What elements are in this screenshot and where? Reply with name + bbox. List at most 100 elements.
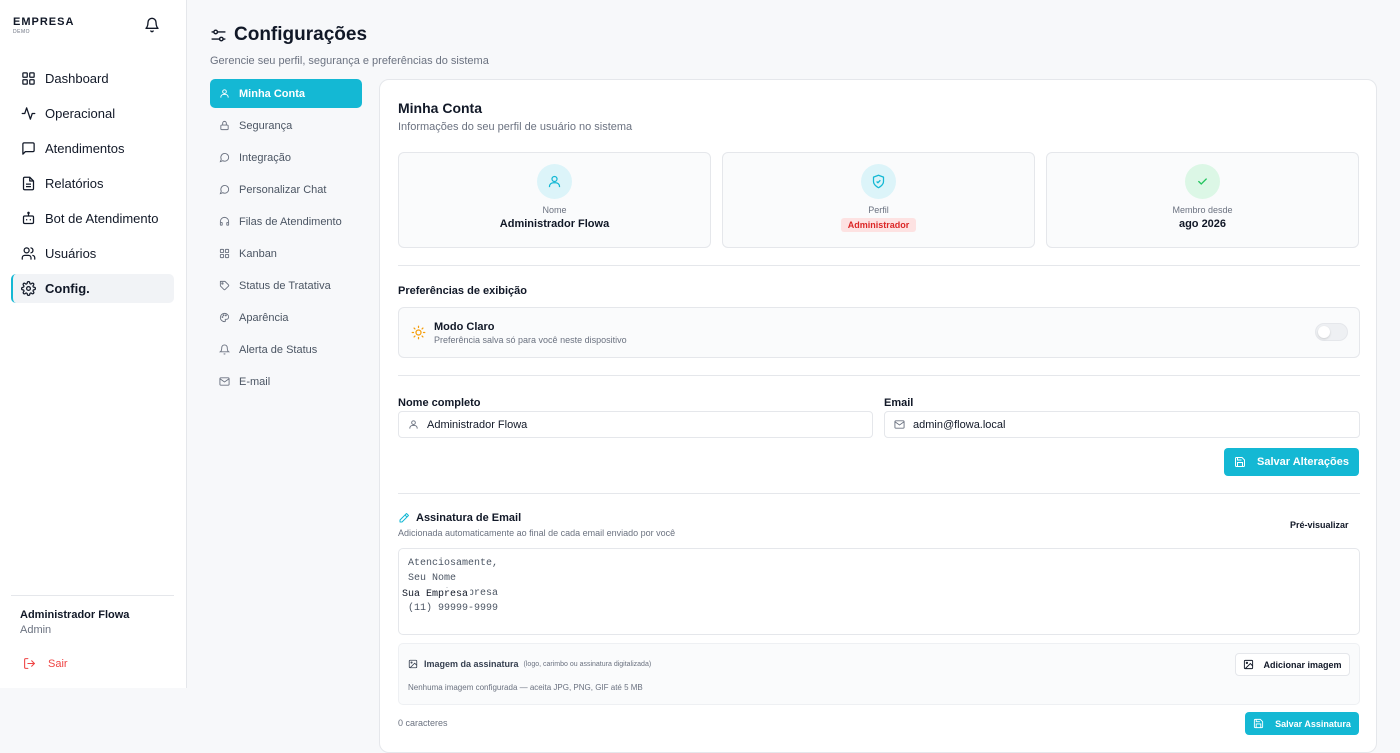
- save-icon: [1235, 457, 1246, 467]
- users-icon: [21, 247, 36, 260]
- tab-label: Status de Tratativa: [239, 279, 331, 292]
- image-title-text: Imagem da assinatura: [424, 659, 519, 669]
- account-card: Minha Conta Informações do seu perfil de…: [379, 79, 1377, 753]
- theme-hint: Preferência salva só para você neste dis…: [434, 335, 627, 345]
- info-card-member-since: Membro desde ago 2026: [1046, 152, 1359, 248]
- tab-seguranca[interactable]: Segurança: [210, 111, 362, 140]
- tab-label: Filas de Atendimento: [239, 215, 342, 228]
- nav-item-relatorios[interactable]: Relatórios: [11, 169, 174, 198]
- tab-label: Alerta de Status: [239, 343, 318, 356]
- brand-name: EMPRESA: [13, 16, 75, 28]
- user-icon: [537, 164, 572, 199]
- info-card-profile: Perfil Administrador: [722, 152, 1035, 248]
- tab-email[interactable]: E-mail: [210, 367, 362, 396]
- nav-item-bot[interactable]: Bot de Atendimento: [11, 204, 174, 233]
- nav-item-dashboard[interactable]: Dashboard: [11, 64, 174, 93]
- nav-label: Atendimentos: [45, 141, 125, 156]
- save-changes-button[interactable]: Salvar Alterações: [1224, 448, 1359, 476]
- dashboard-icon: [22, 72, 35, 85]
- palette-icon: [219, 312, 230, 323]
- tab-status-tratativa[interactable]: Status de Tratativa: [210, 271, 362, 300]
- bell-icon: [219, 344, 230, 355]
- user-icon: [220, 89, 229, 98]
- preview-button[interactable]: Pré-visualizar: [1290, 520, 1349, 530]
- sidebar-footer: Administrador Flowa Admin Sair: [11, 595, 174, 670]
- tab-label: Aparência: [239, 311, 289, 324]
- mail-icon: [894, 420, 905, 429]
- nav-item-atendimentos[interactable]: Atendimentos: [11, 134, 174, 163]
- role-badge: Administrador: [840, 218, 917, 232]
- info-value: ago 2026: [1178, 218, 1227, 230]
- pen-icon: [399, 513, 409, 523]
- settings-menu: Minha Conta Segurança Integração Persona…: [210, 79, 362, 399]
- info-label: Nome: [542, 205, 567, 215]
- nav-item-config[interactable]: Config.: [11, 274, 174, 303]
- nav-item-operacional[interactable]: Operacional: [11, 99, 174, 128]
- tab-label: Personalizar Chat: [239, 183, 327, 196]
- nav-label: Operacional: [45, 106, 116, 121]
- brand-sub: DEMO: [13, 29, 30, 35]
- info-value: Administrador Flowa: [499, 218, 610, 230]
- sidebar: EMPRESA DEMO Dashboard Operacional Atend…: [0, 0, 187, 688]
- logout-label: Sair: [48, 657, 68, 670]
- report-icon: [22, 176, 35, 191]
- nav-item-usuarios[interactable]: Usuários: [11, 239, 174, 268]
- mail-icon: [219, 377, 230, 386]
- divider: [398, 265, 1360, 266]
- preferences-title: Preferências de exibição: [398, 285, 528, 297]
- notifications-bell-icon[interactable]: [144, 17, 160, 33]
- tab-aparencia[interactable]: Aparência: [210, 303, 362, 332]
- gear-icon: [21, 281, 36, 296]
- name-input[interactable]: [427, 418, 872, 431]
- brand-logo[interactable]: EMPRESA DEMO: [13, 16, 74, 35]
- signature-subtitle: Adicionada automaticamente ao final de c…: [398, 528, 676, 538]
- save-icon: [1254, 718, 1264, 729]
- tab-label: Segurança: [239, 119, 293, 132]
- tab-label: Integração: [239, 151, 291, 164]
- save-signature-label: Salvar Assinatura: [1275, 718, 1351, 729]
- tag-icon: [219, 280, 230, 291]
- main-nav: Dashboard Operacional Atendimentos Relat…: [11, 64, 174, 309]
- email-field[interactable]: [884, 411, 1360, 438]
- tab-integracao[interactable]: Integração: [210, 143, 362, 172]
- user-name: Administrador Flowa: [20, 609, 130, 621]
- signature-textarea[interactable]: Atenciosamente, Seu Nome Cargo | Empresa…: [398, 548, 1360, 635]
- info-label: Membro desde: [1172, 205, 1233, 215]
- divider: [398, 375, 1360, 376]
- save-changes-label: Salvar Alterações: [1257, 456, 1349, 468]
- tab-minha-conta[interactable]: Minha Conta: [210, 79, 362, 108]
- tab-filas[interactable]: Filas de Atendimento: [210, 207, 362, 236]
- signature-title: Assinatura de Email: [398, 512, 521, 524]
- tab-label: E-mail: [239, 375, 271, 388]
- nav-label: Config.: [45, 281, 90, 296]
- theme-setting: Modo Claro Preferência salva só para voc…: [398, 307, 1360, 358]
- info-card-name: Nome Administrador Flowa: [398, 152, 711, 248]
- email-input[interactable]: [913, 418, 1359, 431]
- signature-image-box: Imagem da assinatura (logo, carimbo ou a…: [398, 643, 1360, 705]
- add-image-button[interactable]: Adicionar imagem: [1235, 653, 1350, 676]
- theme-label: Modo Claro: [434, 321, 495, 333]
- section-title: Minha Conta: [398, 100, 482, 116]
- tab-alerta-status[interactable]: Alerta de Status: [210, 335, 362, 364]
- nav-label: Bot de Atendimento: [45, 211, 159, 226]
- theme-toggle[interactable]: [1315, 323, 1348, 341]
- chat-bubble-icon: [219, 153, 230, 163]
- user-icon: [409, 420, 418, 429]
- name-field[interactable]: [398, 411, 873, 438]
- tab-kanban[interactable]: Kanban: [210, 239, 362, 268]
- image-icon: [1244, 659, 1254, 670]
- divider: [398, 493, 1360, 494]
- nav-label: Relatórios: [45, 176, 104, 191]
- sliders-icon: [211, 28, 226, 42]
- char-count: 0 caracteres: [398, 718, 448, 728]
- nav-label: Usuários: [45, 246, 97, 261]
- image-empty-text: Nenhuma imagem configurada — aceita JPG,…: [408, 683, 643, 692]
- save-signature-button[interactable]: Salvar Assinatura: [1245, 712, 1359, 735]
- logout-button[interactable]: Sair: [11, 657, 174, 670]
- tab-label: Minha Conta: [239, 87, 305, 100]
- headset-icon: [219, 216, 230, 226]
- chat-icon: [22, 142, 35, 155]
- tab-personalizar-chat[interactable]: Personalizar Chat: [210, 175, 362, 204]
- activity-icon: [21, 107, 36, 120]
- user-role: Admin: [20, 624, 52, 636]
